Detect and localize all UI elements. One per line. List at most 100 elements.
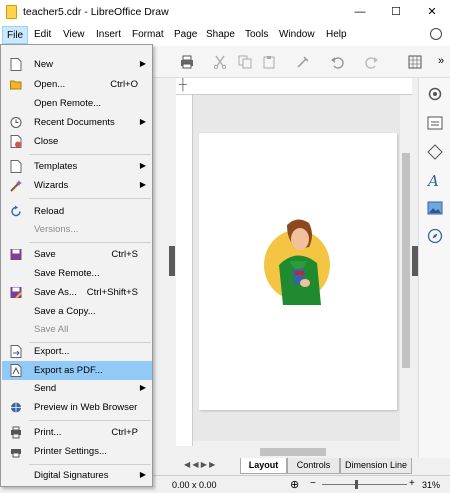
menu-item-save-remote[interactable]: Save Remote...	[2, 264, 152, 283]
reload-icon	[11, 205, 21, 217]
tab-dimension-line[interactable]: Dimension Line	[340, 458, 412, 474]
menu-item-versions: Versions...	[34, 224, 79, 235]
submenu-arrow-icon: ▶	[139, 383, 146, 392]
open-folder-icon	[10, 80, 22, 90]
menu-bar: File Edit View Insert Format Page Shape …	[0, 24, 450, 46]
gallery-icon[interactable]	[427, 200, 443, 216]
menu-tools[interactable]: Tools	[245, 29, 268, 40]
position-readout: 0.00 x 0.00	[172, 480, 217, 490]
menu-insert[interactable]: Insert	[96, 29, 121, 40]
vertical-scrollbar[interactable]	[400, 95, 412, 441]
clone-formatting-icon[interactable]	[296, 55, 310, 69]
menu-view[interactable]: View	[63, 29, 85, 40]
menu-file[interactable]: File	[2, 26, 29, 44]
menu-item-recent-documents[interactable]: Recent Documents ▶	[2, 113, 152, 132]
submenu-arrow-icon: ▶	[139, 180, 146, 189]
title-bar: teacher5.cdr - LibreOffice Draw — ☐ ✕	[0, 0, 450, 24]
menu-item-send[interactable]: Send ▶	[2, 379, 152, 398]
zoom-slider-knob[interactable]	[355, 480, 358, 489]
menu-item-open-remote[interactable]: Open Remote...	[2, 94, 152, 113]
menu-separator	[29, 198, 151, 199]
drawing-page[interactable]	[199, 133, 397, 410]
menu-separator	[29, 464, 151, 465]
menu-item-digital-signatures[interactable]: Digital Signatures ▶	[2, 466, 152, 485]
menu-item-reload[interactable]: Reload	[2, 202, 152, 221]
menu-item-new[interactable]: New ▶	[2, 55, 152, 74]
menu-separator	[29, 154, 151, 155]
paste-icon[interactable]	[262, 55, 276, 69]
print-icon[interactable]	[180, 55, 194, 69]
menu-separator	[29, 420, 151, 421]
menu-edit[interactable]: Edit	[34, 29, 51, 40]
horizontal-scroll-thumb[interactable]	[260, 448, 326, 456]
tab-controls[interactable]: Controls	[287, 458, 340, 474]
save-as-icon	[10, 287, 22, 299]
vertical-scroll-thumb[interactable]	[402, 153, 410, 368]
tab-nav-arrows-icon[interactable]: ◀ ◀ ▶ ▶	[184, 460, 215, 469]
settings-gear-icon[interactable]	[427, 86, 443, 102]
shapes-icon[interactable]	[427, 144, 443, 160]
menu-window[interactable]: Window	[279, 29, 315, 40]
menu-item-export-pdf[interactable]: Export as PDF...	[2, 361, 152, 380]
horizontal-ruler[interactable]: ┼	[176, 78, 412, 95]
minimize-button[interactable]: —	[342, 0, 378, 24]
cut-icon[interactable]	[213, 55, 227, 69]
fit-page-icon[interactable]: ⊕	[290, 478, 299, 491]
file-menu-dropdown: New ▶ Open... Ctrl+O Open Remote... Recent…	[0, 44, 153, 487]
fontwork-styles-icon[interactable]: A	[427, 172, 443, 188]
toolbar-overflow-icon[interactable]: »	[438, 55, 444, 67]
vertical-ruler[interactable]	[176, 95, 193, 457]
menu-item-open[interactable]: Open... Ctrl+O	[2, 75, 152, 94]
zoom-in-icon[interactable]: +	[409, 478, 415, 489]
zoom-percent[interactable]: 31%	[422, 480, 440, 490]
tab-stop-icon[interactable]: ┼	[179, 79, 187, 91]
menu-item-templates[interactable]: Templates ▶	[2, 157, 152, 176]
submenu-arrow-icon: ▶	[139, 59, 146, 68]
left-collapse-handle[interactable]	[169, 246, 175, 276]
menu-page[interactable]: Page	[174, 29, 197, 40]
properties-icon[interactable]	[427, 115, 443, 131]
undo-icon[interactable]	[330, 55, 344, 69]
grid-icon[interactable]	[408, 55, 422, 69]
menu-format[interactable]: Format	[132, 29, 164, 40]
menu-item-printer-settings[interactable]: Printer Settings...	[2, 442, 152, 461]
tab-layout[interactable]: Layout	[240, 458, 287, 474]
export-icon	[10, 345, 22, 358]
menu-item-save[interactable]: Save Ctrl+S	[2, 245, 152, 264]
maximize-button[interactable]: ☐	[378, 0, 414, 24]
save-floppy-icon	[10, 249, 22, 260]
submenu-arrow-icon: ▶	[139, 161, 146, 170]
menu-item-close[interactable]: Close	[2, 132, 152, 151]
zoom-slider[interactable]	[322, 484, 407, 485]
zoom-out-icon[interactable]: −	[310, 478, 316, 489]
menu-item-save-copy[interactable]: Save a Copy...	[2, 302, 152, 321]
close-document-icon	[10, 135, 22, 148]
layer-tab-bar: ◀ ◀ ▶ ▶ Layout Controls Dimension Line	[176, 458, 412, 474]
menu-item-export[interactable]: Export...	[2, 342, 152, 361]
redo-icon[interactable]	[365, 55, 379, 69]
submenu-arrow-icon: ▶	[139, 470, 146, 479]
menu-item-save-as[interactable]: Save As... Ctrl+Shift+S	[2, 283, 152, 302]
svg-text:A: A	[427, 172, 439, 188]
globe-icon[interactable]	[430, 28, 442, 40]
wizard-wand-icon	[10, 180, 22, 192]
menu-separator	[29, 242, 151, 243]
copy-icon[interactable]	[238, 55, 252, 69]
menu-item-wizards[interactable]: Wizards ▶	[2, 176, 152, 195]
printer-settings-icon	[11, 449, 21, 458]
close-button[interactable]: ✕	[414, 0, 450, 24]
menu-item-preview-web[interactable]: Preview in Web Browser	[2, 398, 152, 417]
menu-help[interactable]: Help	[326, 29, 347, 40]
horizontal-scrollbar[interactable]	[176, 446, 412, 458]
recent-clock-icon	[10, 117, 22, 128]
web-globe-icon	[11, 402, 21, 413]
menu-shape[interactable]: Shape	[206, 29, 235, 40]
menu-item-print[interactable]: Print... Ctrl+P	[2, 423, 152, 442]
pdf-export-icon	[10, 364, 22, 377]
print-icon	[11, 426, 21, 439]
templates-icon	[10, 160, 22, 173]
navigator-icon[interactable]	[427, 228, 443, 244]
window-title: teacher5.cdr - LibreOffice Draw	[23, 6, 169, 18]
draw-app-icon	[6, 5, 17, 19]
teacher-clipart-image[interactable]	[259, 213, 334, 318]
